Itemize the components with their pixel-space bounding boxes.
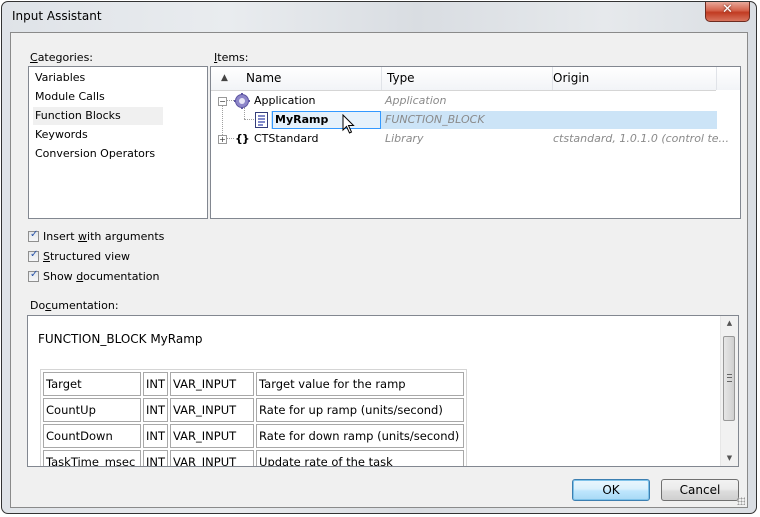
tree-row-type: Library — [385, 132, 424, 145]
ok-button[interactable]: OK — [572, 479, 650, 501]
category-item-module-calls[interactable]: Module Calls — [33, 88, 107, 106]
category-item-function-blocks[interactable]: Function Blocks — [33, 107, 163, 125]
doc-cell-kind: VAR_INPUT — [170, 424, 255, 448]
mouse-pointer-icon — [342, 114, 355, 134]
column-header-origin-label: Origin — [553, 71, 590, 85]
categories-label-text: ategories: — [37, 51, 94, 64]
application-gear-icon — [234, 93, 250, 109]
column-header-type[interactable]: Type — [382, 67, 553, 90]
checkmark-icon: ✓ — [30, 269, 39, 280]
tree-row-origin: ctstandard, 1.0.1.0 (control te... — [553, 132, 730, 145]
resize-grip-icon[interactable] — [737, 497, 745, 505]
doc-table-row: CountUp INT VAR_INPUT Rate for up ramp (… — [43, 398, 465, 422]
grip-icon — [727, 374, 732, 382]
column-header-type-label: Type — [387, 71, 415, 85]
checkmark-icon: ✓ — [30, 249, 39, 260]
doc-cell-type: INT — [143, 450, 169, 466]
scrollbar-thumb[interactable] — [723, 336, 735, 421]
expand-icon[interactable]: + — [218, 135, 227, 144]
doc-cell-desc: Rate for down ramp (units/second) — [256, 424, 465, 448]
checkbox-label: Show documentation — [43, 270, 160, 283]
doc-cell-kind: VAR_INPUT — [170, 372, 255, 396]
header-divider — [211, 90, 716, 91]
scroll-up-arrow-icon[interactable]: ▲ — [721, 319, 738, 327]
doc-table-row: TaskTime_msec INT VAR_INPUT Update rate … — [43, 450, 465, 466]
input-assistant-dialog: Input Assistant ✕ Categories: Variables … — [1, 1, 757, 514]
column-header-name-label: Name — [246, 71, 282, 85]
items-tree-grid[interactable]: ▲ Name Type Origin − Application Applica… — [210, 66, 741, 219]
cancel-button[interactable]: Cancel — [661, 479, 739, 501]
checkbox-label: Insert with arguments — [43, 230, 165, 243]
column-header-origin[interactable]: Origin — [553, 67, 717, 90]
category-item-keywords[interactable]: Keywords — [33, 126, 90, 144]
library-braces-icon: {} — [235, 132, 250, 145]
close-x-icon: ✕ — [722, 2, 733, 17]
doc-table-row: Target INT VAR_INPUT Target value for th… — [43, 372, 465, 396]
doc-cell-type: INT — [143, 424, 169, 448]
tree-row-type: FUNCTION_BLOCK — [385, 113, 485, 126]
documentation-panel[interactable]: FUNCTION_BLOCK MyRamp Target INT VAR_INP… — [27, 315, 739, 467]
documentation-scrollbar[interactable]: ▲ ▼ — [720, 316, 738, 466]
checkbox-box[interactable]: ✓ — [28, 249, 39, 262]
documentation-label: Documentation: — [30, 299, 119, 312]
tree-row-ctstandard[interactable]: + {} CTStandard Library ctstandard, 1.0.… — [211, 130, 729, 148]
doc-cell-desc: Update rate of the task — [256, 450, 465, 466]
doc-cell-name: CountDown — [43, 424, 141, 448]
close-button[interactable]: ✕ — [705, 2, 750, 22]
grip-icon-middle — [727, 377, 732, 378]
items-label-text: tems: — [217, 51, 249, 64]
checkbox-box[interactable]: ✓ — [28, 269, 39, 282]
checkbox-box[interactable]: ✓ — [28, 229, 39, 242]
categories-label: Categories: — [30, 51, 93, 64]
collapse-icon[interactable]: − — [218, 97, 227, 106]
doc-cell-desc: Rate for up ramp (units/second) — [256, 398, 465, 422]
category-item-variables[interactable]: Variables — [33, 69, 87, 87]
scroll-down-arrow-icon[interactable]: ▼ — [721, 454, 738, 462]
checkbox-label: Structured view — [43, 250, 130, 263]
categories-list[interactable]: Variables Module Calls Function Blocks K… — [28, 66, 208, 219]
tree-row-name: Application — [254, 94, 316, 107]
items-label: Items: — [214, 51, 248, 64]
tree-row-application[interactable]: − Application Application — [211, 92, 717, 110]
tree-row-name: MyRamp — [275, 113, 329, 126]
column-header-name[interactable]: ▲ Name — [211, 67, 382, 90]
doc-cell-type: INT — [143, 398, 169, 422]
function-block-document-icon — [255, 112, 268, 128]
tree-row-type: Application — [385, 94, 447, 107]
doc-cell-name: TaskTime_msec — [43, 450, 141, 466]
doc-cell-type: INT — [143, 372, 169, 396]
doc-cell-name: Target — [43, 372, 141, 396]
tree-row-name: CTStandard — [254, 132, 319, 145]
doc-table-row: CountDown INT VAR_INPUT Rate for down ra… — [43, 424, 465, 448]
column-header-filler — [717, 67, 740, 90]
documentation-heading: FUNCTION_BLOCK MyRamp — [38, 332, 203, 346]
sort-ascending-icon: ▲ — [221, 73, 228, 83]
dialog-client-area: Categories: Variables Module Calls Funct… — [10, 32, 748, 508]
window-title: Input Assistant — [12, 9, 102, 23]
category-item-conversion-operators[interactable]: Conversion Operators — [33, 145, 157, 163]
doc-cell-kind: VAR_INPUT — [170, 450, 255, 466]
doc-cell-name: CountUp — [43, 398, 141, 422]
documentation-table: Target INT VAR_INPUT Target value for th… — [40, 369, 468, 466]
doc-cell-kind: VAR_INPUT — [170, 398, 255, 422]
doc-cell-desc: Target value for the ramp — [256, 372, 465, 396]
checkmark-icon: ✓ — [30, 229, 39, 240]
tree-row-myramp[interactable]: MyRamp FUNCTION_BLOCK — [211, 111, 717, 129]
categories-label-mnemonic: C — [30, 51, 38, 64]
